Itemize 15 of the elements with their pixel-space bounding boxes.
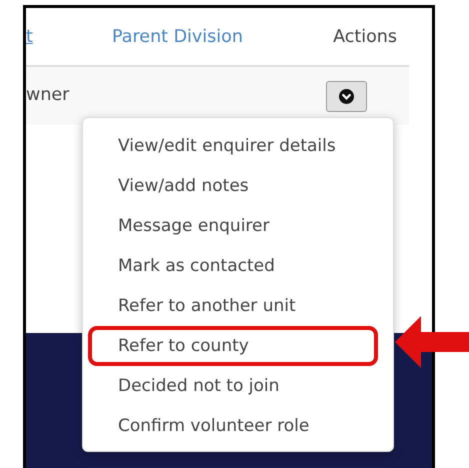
menu-item[interactable]: View/edit enquirer details bbox=[88, 126, 378, 166]
arrow-icon bbox=[395, 316, 469, 368]
actions-dropdown-button[interactable] bbox=[326, 80, 367, 112]
menu-item[interactable]: Refer to another unit bbox=[88, 286, 378, 326]
menu-item[interactable]: Confirm volunteer role bbox=[88, 406, 378, 446]
menu-item[interactable]: Mark as contacted bbox=[88, 246, 378, 286]
menu-item[interactable]: Message enquirer bbox=[88, 206, 378, 246]
chevron-down-icon bbox=[339, 88, 354, 104]
column-header[interactable]: Parent Division bbox=[112, 26, 243, 46]
table-cell: wner bbox=[26, 85, 70, 105]
menu-item[interactable]: Refer to county bbox=[88, 326, 378, 366]
menu-item[interactable]: View/add notes bbox=[88, 166, 378, 206]
menu-item[interactable]: Decided not to join bbox=[88, 366, 378, 406]
column-header-link[interactable]: t bbox=[26, 26, 33, 46]
column-header: Actions bbox=[333, 26, 397, 46]
